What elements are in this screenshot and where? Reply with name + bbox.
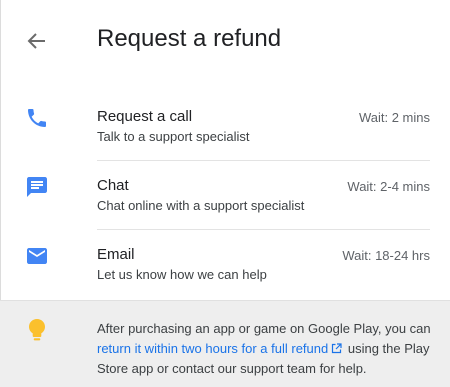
- request-call-option[interactable]: Request a call Talk to a support special…: [0, 92, 450, 161]
- wait-time: Wait: 18-24 hrs: [342, 248, 430, 263]
- contact-options-list: Request a call Talk to a support special…: [0, 92, 450, 299]
- option-title: Request a call: [97, 108, 193, 125]
- refund-policy-link-label: return it within two hours for a full re…: [97, 341, 329, 356]
- back-button[interactable]: [22, 26, 52, 56]
- option-subtitle: Let us know how we can help: [97, 267, 267, 282]
- external-link-icon: [331, 343, 342, 354]
- email-option[interactable]: Email Let us know how we can help Wait: …: [0, 230, 450, 299]
- wait-time: Wait: 2-4 mins: [347, 179, 430, 194]
- tip-text: After purchasing an app or game on Googl…: [97, 319, 442, 379]
- phone-icon: [25, 106, 49, 130]
- chat-icon: [25, 175, 49, 199]
- wait-time: Wait: 2 mins: [358, 110, 430, 125]
- page-title: Request a refund: [97, 25, 282, 52]
- option-title: Chat: [97, 177, 129, 194]
- refund-policy-link[interactable]: return it within two hours for a full re…: [97, 341, 344, 356]
- page-header: Request a refund: [0, 0, 450, 82]
- option-subtitle: Talk to a support specialist: [97, 129, 250, 144]
- email-icon: [25, 244, 49, 268]
- chat-option[interactable]: Chat Chat online with a support speciali…: [0, 161, 450, 230]
- tip-text-before: After purchasing an app or game on Googl…: [97, 321, 431, 336]
- arrow-back-icon: [27, 33, 45, 49]
- option-title: Email: [97, 246, 135, 263]
- lightbulb-icon: [27, 318, 47, 342]
- refund-tip-panel: After purchasing an app or game on Googl…: [0, 300, 450, 387]
- option-subtitle: Chat online with a support specialist: [97, 198, 305, 213]
